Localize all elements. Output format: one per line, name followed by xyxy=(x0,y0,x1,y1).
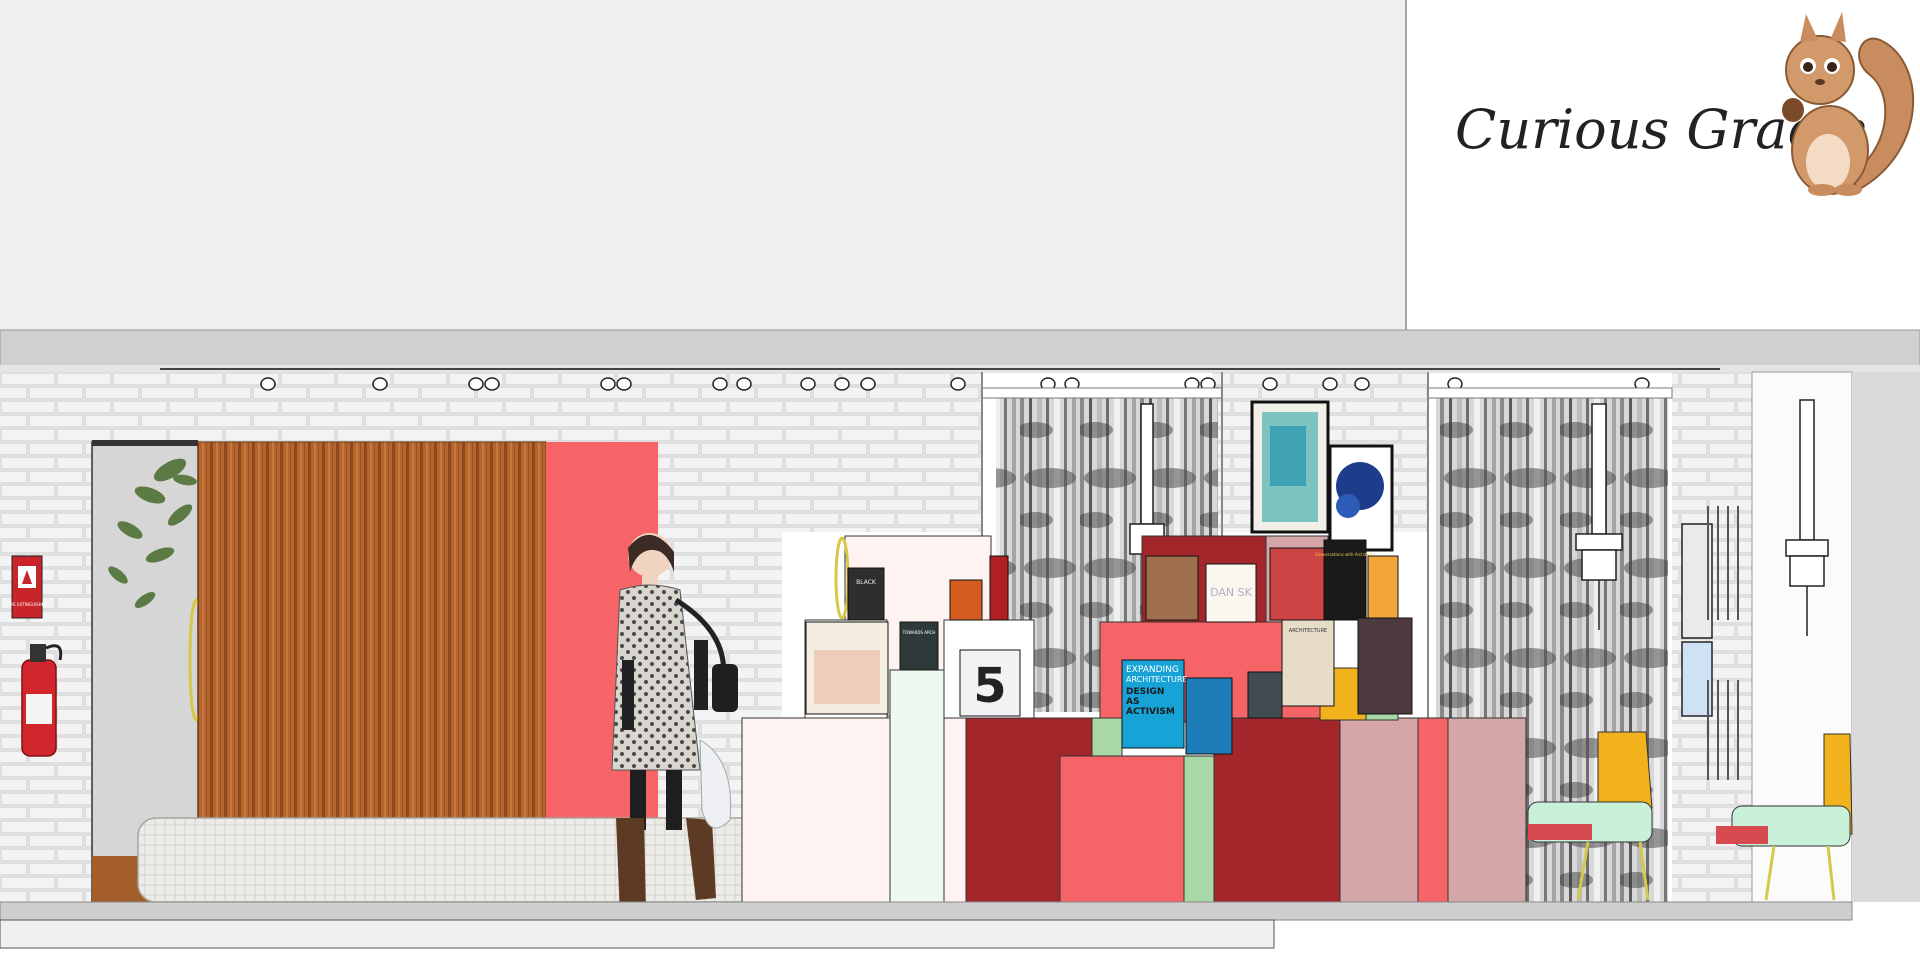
book-expanding-line-5: ACTIVISM xyxy=(1126,707,1175,717)
book-number-five-title: 5 xyxy=(973,658,1006,714)
book-expanding-line-1: EXPANDING xyxy=(1126,665,1179,675)
book-lined: TOWARDS ARCH xyxy=(899,621,939,671)
wall-art-pool xyxy=(1250,400,1330,534)
display-plinth-crimson-right xyxy=(1213,717,1341,903)
wall-art-blue xyxy=(1328,444,1394,552)
upper-wall-panel xyxy=(0,0,1406,330)
floor-slab xyxy=(0,901,1853,921)
book-expanding-line-2: ARCHITECTURE xyxy=(1126,675,1187,684)
book-expanding-line-4: AS xyxy=(1126,697,1139,707)
book-architecture-title: ARCHITECTURE xyxy=(1289,628,1327,634)
book-expanding-architecture: EXPANDING ARCHITECTURE DESIGN AS ACTIVIS… xyxy=(1121,659,1187,749)
book-dan: DAN SK xyxy=(1205,563,1257,623)
book-lined-title: TOWARDS ARCH xyxy=(902,630,936,635)
ceiling-band xyxy=(0,329,1920,371)
display-plinth-cream-left xyxy=(741,717,891,903)
display-plinth-mint xyxy=(889,669,945,903)
display-plinth-coral-front xyxy=(1059,755,1185,903)
book-dan-title: DAN SK xyxy=(1210,586,1253,599)
book-orange xyxy=(949,579,983,621)
book-sketch xyxy=(805,621,889,715)
book-conversations: Conversations with Architects xyxy=(1315,539,1375,621)
fire-extinguisher-sign: FIRE EXTINGUISHER xyxy=(7,555,47,619)
book-architecture: ARCHITECTURE xyxy=(1281,619,1335,707)
book-conversations-title: Conversations with Architects xyxy=(1315,552,1375,557)
book-number-five: 5 xyxy=(959,649,1021,717)
book-black: BLACK xyxy=(847,567,885,621)
book-expanding-line-3: DESIGN xyxy=(1126,687,1164,697)
fire-sign-text: FIRE EXTINGUISHER xyxy=(7,602,47,607)
tiled-wall-middle xyxy=(782,372,982,532)
store-elevation-drawing: Curious Gracie FIRE EXTINGUISHER BLACK T… xyxy=(0,0,1920,949)
display-plinth-blush xyxy=(1339,717,1419,903)
book-black-title: BLACK xyxy=(856,579,877,586)
timber-slat-wall xyxy=(197,441,547,861)
